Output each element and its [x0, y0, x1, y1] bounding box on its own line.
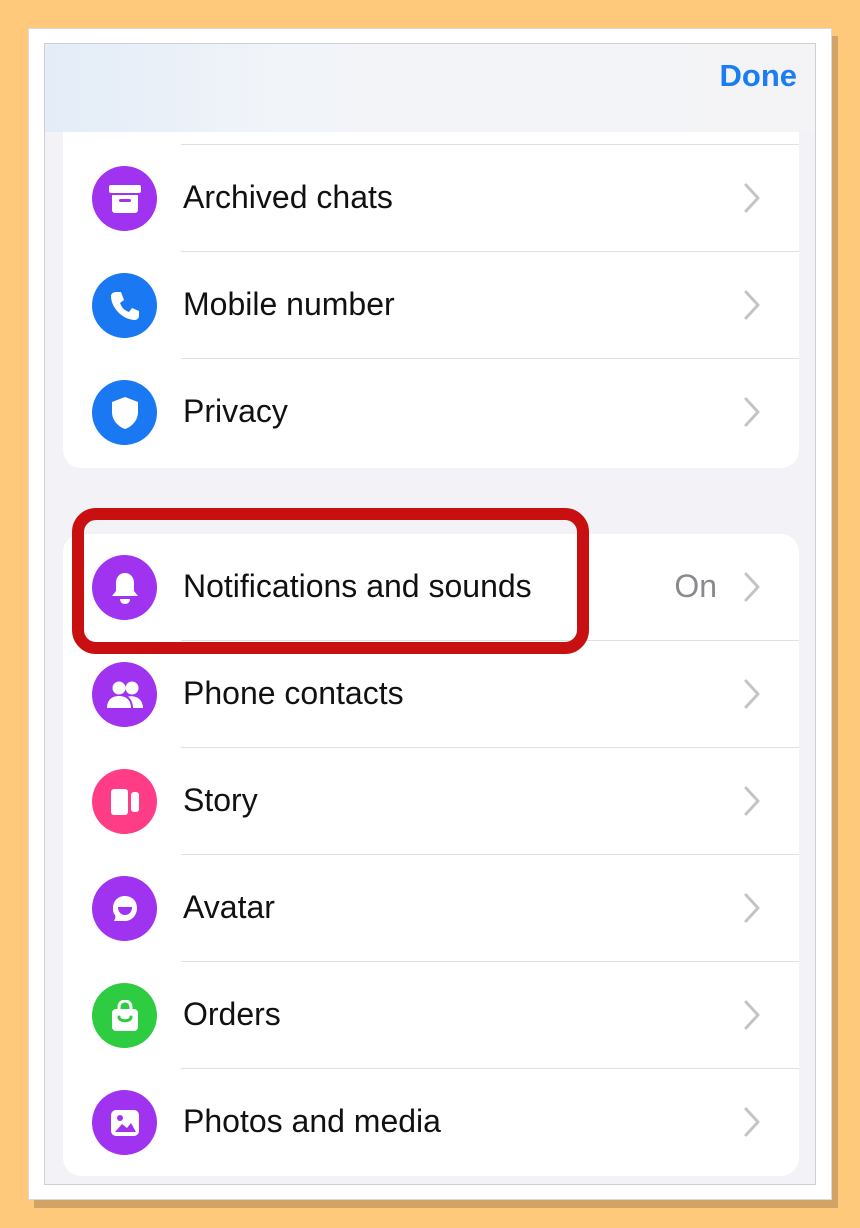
shopping-bag-icon — [92, 983, 157, 1048]
row-phone-contacts[interactable]: Phone contacts — [63, 641, 799, 748]
row-value: On — [674, 568, 717, 604]
done-button[interactable]: Done — [720, 58, 798, 94]
archive-icon — [92, 166, 157, 231]
row-photos-and-media[interactable]: Photos and media — [63, 1069, 799, 1176]
row-label: Archived chats — [183, 179, 393, 215]
chevron-right-icon — [744, 679, 760, 709]
row-label: Orders — [183, 996, 281, 1032]
settings-group-account: Archived chats Mobile number Privacy — [63, 94, 799, 468]
row-notifications-and-sounds[interactable]: Notifications and sounds On — [63, 534, 799, 641]
row-label: Notifications and sounds — [183, 568, 532, 604]
phone-icon — [92, 273, 157, 338]
row-mobile-number[interactable]: Mobile number — [63, 252, 799, 359]
row-story[interactable]: Story — [63, 748, 799, 855]
settings-screen: Done Archived chats Mobile number Privac… — [44, 43, 816, 1185]
story-icon — [92, 769, 157, 834]
row-label: Privacy — [183, 393, 288, 429]
avatar-icon — [92, 876, 157, 941]
row-avatar[interactable]: Avatar — [63, 855, 799, 962]
navigation-bar: Done — [45, 44, 815, 132]
row-label: Phone contacts — [183, 675, 404, 711]
chevron-right-icon — [744, 893, 760, 923]
row-label: Photos and media — [183, 1103, 441, 1139]
chevron-right-icon — [744, 572, 760, 602]
photo-icon — [92, 1090, 157, 1155]
settings-group-preferences: Notifications and sounds On Phone contac… — [63, 534, 799, 1176]
row-label: Mobile number — [183, 286, 395, 322]
row-privacy[interactable]: Privacy — [63, 359, 799, 466]
chevron-right-icon — [744, 183, 760, 213]
chevron-right-icon — [744, 397, 760, 427]
row-label: Story — [183, 782, 258, 818]
people-icon — [92, 662, 157, 727]
shield-icon — [92, 380, 157, 445]
row-archived-chats[interactable]: Archived chats — [63, 145, 799, 252]
bell-icon — [92, 555, 157, 620]
chevron-right-icon — [744, 786, 760, 816]
chevron-right-icon — [744, 1000, 760, 1030]
screenshot-frame: Done Archived chats Mobile number Privac… — [28, 28, 832, 1200]
chevron-right-icon — [744, 290, 760, 320]
row-label: Avatar — [183, 889, 275, 925]
row-orders[interactable]: Orders — [63, 962, 799, 1069]
chevron-right-icon — [744, 1107, 760, 1137]
